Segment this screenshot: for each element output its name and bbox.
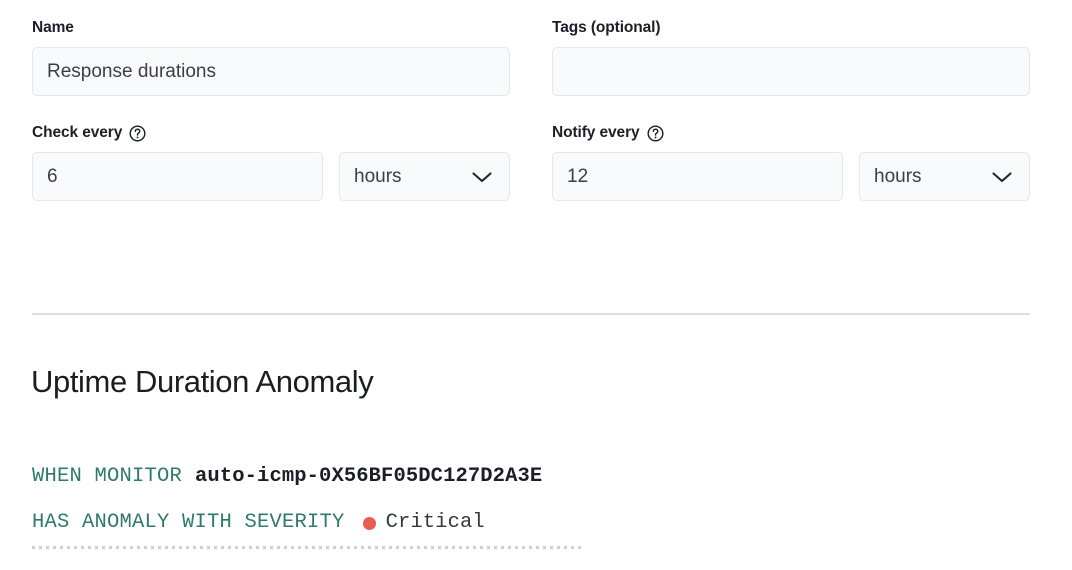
field-tags: Tags (optional) — [552, 18, 1030, 96]
monitor-settings-page: Name Response durations Tags (optional) … — [0, 0, 1072, 570]
field-label-tags-text: Tags (optional) — [552, 19, 661, 36]
severity-selector[interactable]: Critical — [362, 509, 485, 537]
anomaly-rule-block: WHEN MONITOR auto-icmp-0X56BF05DC127D2A3… — [32, 463, 732, 549]
check-every-unit-value: hours — [354, 166, 402, 187]
column-spacer — [510, 123, 552, 201]
field-notify-every: Notify every 12 hours — [552, 123, 1030, 201]
name-input-value: Response durations — [47, 61, 216, 82]
notify-every-value: 12 — [567, 166, 589, 187]
check-every-value-input[interactable]: 6 — [32, 152, 323, 201]
rule-line-monitor: WHEN MONITOR auto-icmp-0X56BF05DC127D2A3… — [32, 463, 732, 491]
notify-every-controls: 12 hours — [552, 152, 1030, 201]
severity-value: Critical — [385, 511, 485, 534]
field-label-notify-every: Notify every — [552, 123, 1030, 143]
help-circle-icon[interactable] — [647, 124, 664, 142]
name-input[interactable]: Response durations — [32, 47, 510, 96]
notify-every-unit-select[interactable]: hours — [859, 152, 1030, 201]
severity-dot-icon — [362, 516, 376, 530]
notify-every-value-input[interactable]: 12 — [552, 152, 843, 201]
section-divider — [32, 313, 1030, 315]
field-label-tags: Tags (optional) — [552, 18, 1030, 38]
form-row-gap — [510, 96, 552, 123]
chevron-down-icon — [992, 171, 1012, 182]
field-label-check-every-text: Check every — [32, 124, 123, 141]
field-label-check-every: Check every — [32, 123, 510, 143]
check-every-value: 6 — [47, 166, 58, 187]
form-row-gap — [32, 96, 510, 123]
help-circle-icon[interactable] — [129, 124, 146, 142]
field-check-every: Check every 6 hours — [32, 123, 510, 201]
page-title: Uptime Duration Anomaly — [31, 364, 374, 399]
chevron-down-icon — [472, 171, 492, 182]
notify-every-unit-value: hours — [874, 166, 922, 187]
rule-keyword-when-monitor: WHEN MONITOR — [32, 465, 183, 488]
check-every-unit-select[interactable]: hours — [339, 152, 510, 201]
field-name: Name Response durations — [32, 18, 510, 96]
check-every-controls: 6 hours — [32, 152, 510, 201]
field-label-name: Name — [32, 18, 510, 38]
column-spacer — [510, 18, 552, 96]
form-row-gap — [552, 96, 1030, 123]
rule-monitor-id[interactable]: auto-icmp-0X56BF05DC127D2A3E — [195, 463, 542, 491]
tags-input[interactable] — [552, 47, 1030, 96]
rule-line-severity: HAS ANOMALY WITH SEVERITY Critical — [32, 509, 732, 537]
rule-dotted-underline — [32, 546, 583, 549]
field-label-notify-every-text: Notify every — [552, 124, 640, 141]
monitor-form: Name Response durations Tags (optional) … — [32, 18, 1030, 201]
field-label-name-text: Name — [32, 19, 74, 36]
rule-keyword-has-anomaly-with-severity: HAS ANOMALY WITH SEVERITY — [32, 511, 345, 534]
